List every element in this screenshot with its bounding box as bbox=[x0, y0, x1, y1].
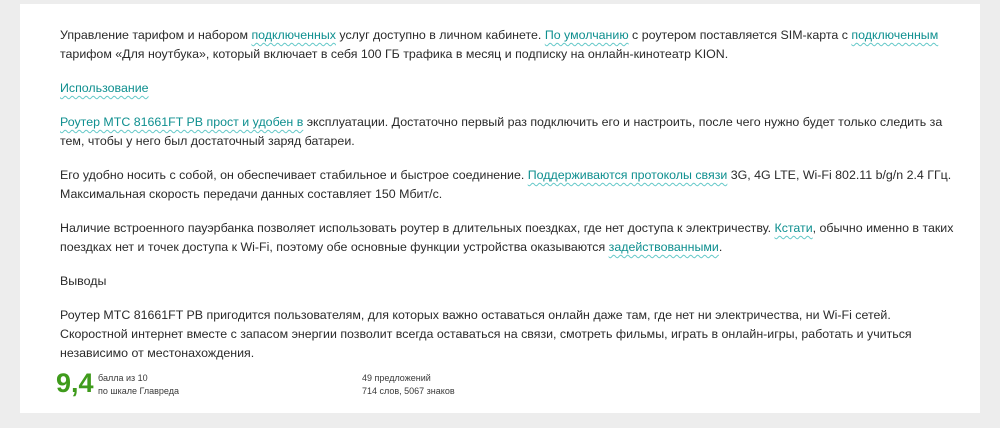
paragraph: Его удобно носить с собой, он обеспечива… bbox=[60, 166, 960, 204]
score-caption-line2: по шкале Главреда bbox=[98, 386, 179, 396]
highlighted-fragment[interactable]: По умолчанию bbox=[545, 28, 629, 42]
text-fragment: тарифом «Для ноутбука», который включает… bbox=[60, 47, 729, 61]
text-fragment: с роутером поставляется SIM-карта с bbox=[628, 28, 852, 42]
highlighted-fragment[interactable]: Кстати bbox=[774, 221, 812, 235]
text-fragment: Выводы bbox=[60, 274, 107, 288]
word-char-count: 714 слов, 5067 знаков bbox=[362, 386, 455, 396]
paragraph: Управление тарифом и набором подключенны… bbox=[60, 26, 960, 64]
text-fragment: Роутер МТС 81661FT PB пригодится пользов… bbox=[60, 308, 912, 360]
highlighted-fragment[interactable]: Использование bbox=[60, 81, 149, 95]
analyzed-text: Управление тарифом и набором подключенны… bbox=[60, 26, 960, 378]
text-fragment: Наличие встроенного пауэрбанка позволяет… bbox=[60, 221, 775, 235]
paragraph: Роутер МТС 81661FT PB пригодится пользов… bbox=[60, 306, 960, 363]
text-fragment: услуг доступно в личном кабинете. bbox=[335, 28, 545, 42]
text-fragment: . bbox=[718, 240, 723, 254]
paragraph: Роутер МТС 81661FT PB прост и удобен в э… bbox=[60, 113, 960, 151]
score-value: 9,4 bbox=[56, 368, 94, 398]
text-stats: 49 предложений 714 слов, 5067 знаков bbox=[362, 372, 562, 398]
paragraph: Выводы bbox=[60, 272, 960, 291]
text-panel: Управление тарифом и набором подключенны… bbox=[20, 4, 980, 413]
paragraph: Использование bbox=[60, 79, 960, 98]
text-fragment: Управление тарифом и набором bbox=[60, 28, 252, 42]
paragraph: Наличие встроенного пауэрбанка позволяет… bbox=[60, 219, 960, 257]
sentence-count: 49 предложений bbox=[362, 373, 431, 383]
highlighted-fragment[interactable]: Роутер МТС 81661FT PB прост и удобен в bbox=[60, 115, 303, 129]
highlighted-fragment[interactable]: задействованными bbox=[609, 240, 719, 254]
highlighted-fragment[interactable]: подключенным bbox=[851, 28, 938, 42]
highlighted-fragment[interactable]: подключенных bbox=[251, 28, 336, 42]
text-fragment: Его удобно носить с собой, он обеспечива… bbox=[60, 168, 528, 182]
score-caption: балла из 10 по шкале Главреда bbox=[98, 372, 218, 398]
score-caption-line1: балла из 10 bbox=[98, 373, 148, 383]
highlighted-fragment[interactable]: Поддерживаются протоколы связи bbox=[528, 168, 728, 182]
